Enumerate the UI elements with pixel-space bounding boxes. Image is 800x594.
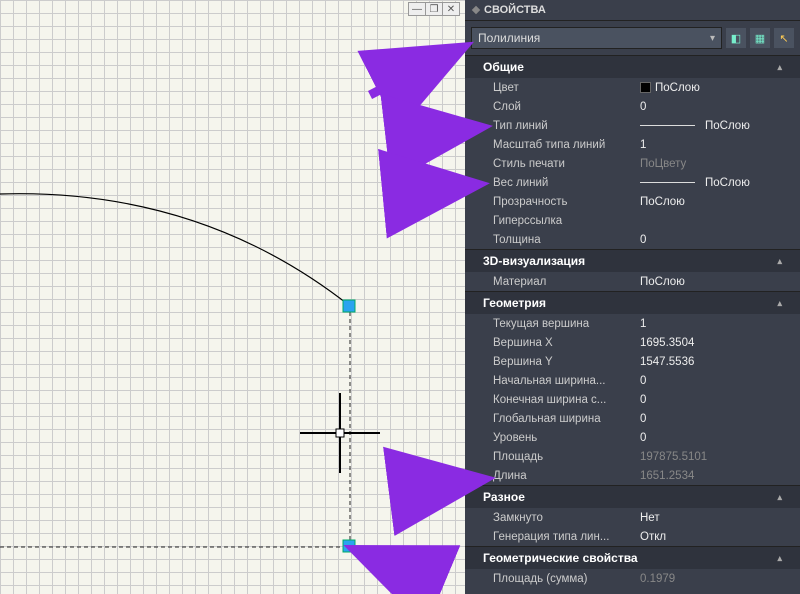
annotation-arrows (0, 0, 800, 594)
